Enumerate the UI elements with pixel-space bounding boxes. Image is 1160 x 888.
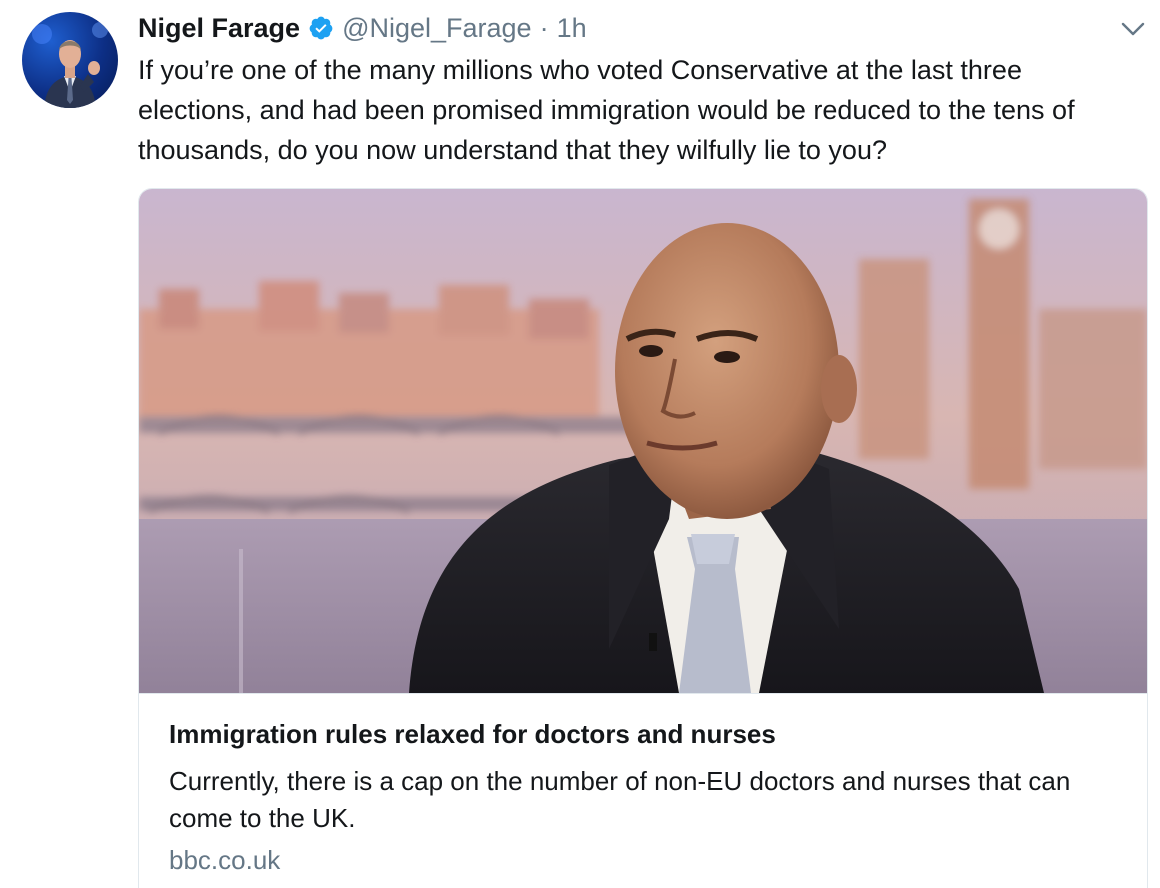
author-handle[interactable]: @Nigel_Farage [342, 13, 532, 44]
tweet-header: Nigel Farage @Nigel_Farage · 1h [138, 8, 587, 48]
card-description: Currently, there is a cap on the number … [169, 766, 1071, 833]
card-divider [139, 693, 1147, 694]
tweet-text: If you’re one of the many millions who v… [138, 55, 1075, 165]
verified-badge-icon [308, 15, 334, 41]
card-image[interactable] [139, 189, 1147, 693]
author-name[interactable]: Nigel Farage [138, 13, 300, 44]
avatar[interactable] [22, 12, 118, 108]
separator-dot: · [539, 12, 549, 43]
card-domain: bbc.co.uk [169, 845, 281, 875]
tweet-timestamp[interactable]: 1h [557, 13, 587, 44]
tweet[interactable]: Nigel Farage @Nigel_Farage · 1h If you’r… [0, 0, 1160, 888]
card-title[interactable]: Immigration rules relaxed for doctors an… [169, 719, 1129, 750]
link-card[interactable]: Immigration rules relaxed for doctors an… [138, 188, 1148, 888]
chevron-down-icon[interactable] [1118, 14, 1148, 44]
